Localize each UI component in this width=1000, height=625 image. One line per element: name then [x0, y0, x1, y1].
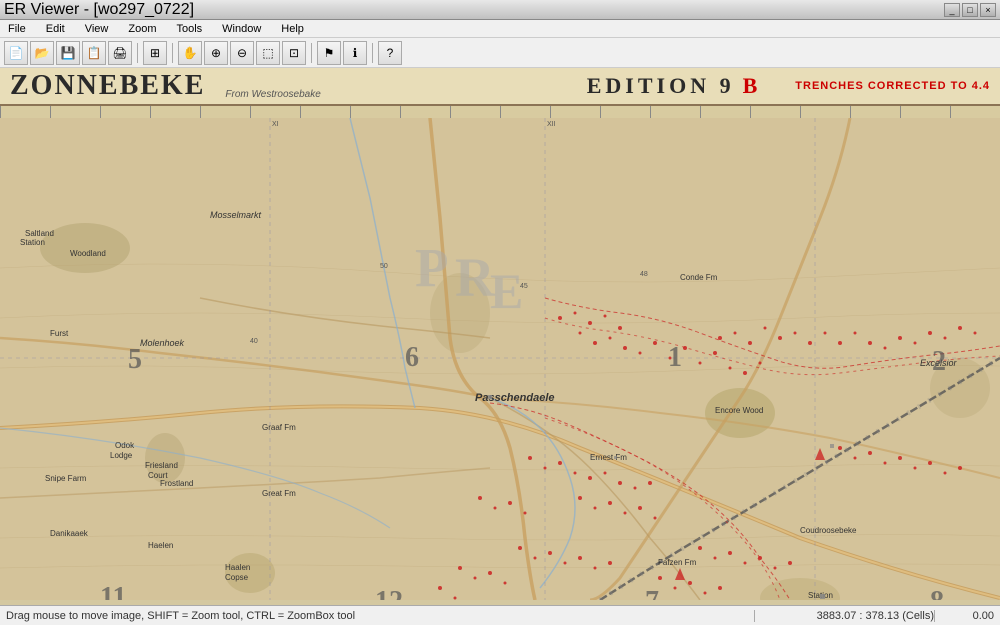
status-help-text: Drag mouse to move image, SHIFT = Zoom t… [6, 610, 754, 622]
svg-text:Graaf Fm: Graaf Fm [262, 423, 296, 432]
status-value: 0.00 [934, 610, 994, 622]
zoom-in-button[interactable]: ⊕ [204, 41, 228, 65]
svg-text:45: 45 [520, 283, 528, 290]
window-title: ER Viewer - [wo297_0722] [4, 1, 194, 19]
svg-text:Mosselmarkt: Mosselmarkt [210, 210, 262, 220]
separator-4 [372, 43, 373, 63]
svg-text:Snipe Farm: Snipe Farm [45, 474, 87, 483]
svg-text:8: 8 [930, 586, 944, 600]
svg-text:Molenhoek: Molenhoek [140, 338, 185, 348]
titlebar: ER Viewer - [wo297_0722] _ □ × [0, 0, 1000, 20]
svg-text:48: 48 [640, 271, 648, 278]
svg-text:40: 40 [250, 338, 258, 345]
svg-text:6: 6 [405, 342, 419, 373]
menu-item-tools[interactable]: Tools [172, 23, 206, 35]
svg-text:2: 2 [932, 346, 946, 377]
svg-text:50: 50 [380, 263, 388, 270]
svg-text:11: 11 [100, 582, 126, 600]
window-controls[interactable]: _ □ × [944, 3, 996, 17]
menu-item-window[interactable]: Window [218, 23, 265, 35]
toolbar: 📄 📂 💾 📋 🖨 ⊞ ✋ ⊕ ⊖ ⬚ ⊡ ⚑ ℹ ? [0, 38, 1000, 68]
svg-text:Haelen: Haelen [148, 541, 173, 550]
map-edition: EDITION 9 B TRENCHES CORRECTED TO 4.4 [587, 73, 990, 99]
svg-text:Ernest Fm: Ernest Fm [590, 453, 627, 462]
statusbar: Drag mouse to move image, SHIFT = Zoom t… [0, 605, 1000, 625]
map-body[interactable]: Mosselmarkt Passchendaele Saltland Stati… [0, 118, 1000, 600]
svg-text:Encore Wood: Encore Wood [715, 406, 763, 415]
fit-button[interactable]: ⊡ [282, 41, 306, 65]
map-header: ZONNEBEKE From Westroosebake EDITION 9 B… [0, 68, 1000, 106]
svg-text:Haalen: Haalen [225, 563, 250, 572]
menu-item-help[interactable]: Help [277, 23, 308, 35]
copy-button[interactable]: 📋 [82, 41, 106, 65]
svg-text:Great Fm: Great Fm [262, 489, 296, 498]
svg-text:Odok: Odok [115, 441, 135, 450]
svg-text:Conde Fm: Conde Fm [680, 273, 718, 282]
new-button[interactable]: 📄 [4, 41, 28, 65]
menubar: File Edit View Zoom Tools Window Help [0, 20, 1000, 38]
map-title: ZONNEBEKE [10, 70, 205, 102]
edition-letter: B [743, 73, 758, 99]
info-button[interactable]: ℹ [343, 41, 367, 65]
svg-text:7: 7 [645, 586, 659, 600]
identify-button[interactable]: ⚑ [317, 41, 341, 65]
menu-item-view[interactable]: View [81, 23, 113, 35]
print-button[interactable]: 🖨 [108, 41, 132, 65]
svg-text:P: P [415, 237, 449, 298]
status-coordinates: 3883.07 : 378.13 (Cells) [754, 610, 934, 622]
svg-text:XII: XII [547, 121, 556, 128]
zoom-box-button[interactable]: ⬚ [256, 41, 280, 65]
map-subtitle: From Westroosebake [225, 89, 320, 104]
layer-button[interactable]: ⊞ [143, 41, 167, 65]
open-button[interactable]: 📂 [30, 41, 54, 65]
zoom-out-button[interactable]: ⊖ [230, 41, 254, 65]
close-button[interactable]: × [980, 3, 996, 17]
ruler-marks [0, 106, 1000, 118]
menu-item-edit[interactable]: Edit [42, 23, 69, 35]
svg-text:Passchendaele: Passchendaele [475, 392, 555, 404]
maximize-button[interactable]: □ [962, 3, 978, 17]
svg-text:12: 12 [375, 586, 403, 600]
svg-text:Coudroosebeke: Coudroosebeke [800, 526, 857, 535]
ruler-strip [0, 106, 1000, 118]
hand-tool[interactable]: ✋ [178, 41, 202, 65]
edition-label: EDITION 9 [587, 73, 735, 99]
svg-text:Station: Station [20, 238, 45, 247]
minimize-button[interactable]: _ [944, 3, 960, 17]
separator-2 [172, 43, 173, 63]
separator-3 [311, 43, 312, 63]
separator-1 [137, 43, 138, 63]
svg-text:XI: XI [272, 121, 279, 128]
svg-text:Danikaaek: Danikaaek [50, 529, 89, 538]
svg-text:Copse: Copse [225, 573, 249, 582]
svg-text:E: E [490, 263, 523, 319]
map-area[interactable]: ZONNEBEKE From Westroosebake EDITION 9 B… [0, 68, 1000, 600]
svg-text:Lodge: Lodge [110, 451, 133, 460]
help-button[interactable]: ? [378, 41, 402, 65]
map-svg: Mosselmarkt Passchendaele Saltland Stati… [0, 118, 1000, 600]
svg-text:Fafzen Fm: Fafzen Fm [658, 558, 697, 567]
trenches-label: TRENCHES CORRECTED TO 4.4 [795, 80, 990, 92]
svg-text:Frostland: Frostland [160, 479, 193, 488]
menu-item-zoom[interactable]: Zoom [124, 23, 160, 35]
svg-text:Woodland: Woodland [70, 249, 106, 258]
menu-item-file[interactable]: File [4, 23, 30, 35]
svg-text:Furst: Furst [50, 329, 69, 338]
svg-text:Saltland: Saltland [25, 229, 54, 238]
svg-text:5: 5 [128, 344, 142, 375]
save-button[interactable]: 💾 [56, 41, 80, 65]
svg-text:Friesland: Friesland [145, 461, 178, 470]
svg-text:1: 1 [668, 342, 682, 373]
